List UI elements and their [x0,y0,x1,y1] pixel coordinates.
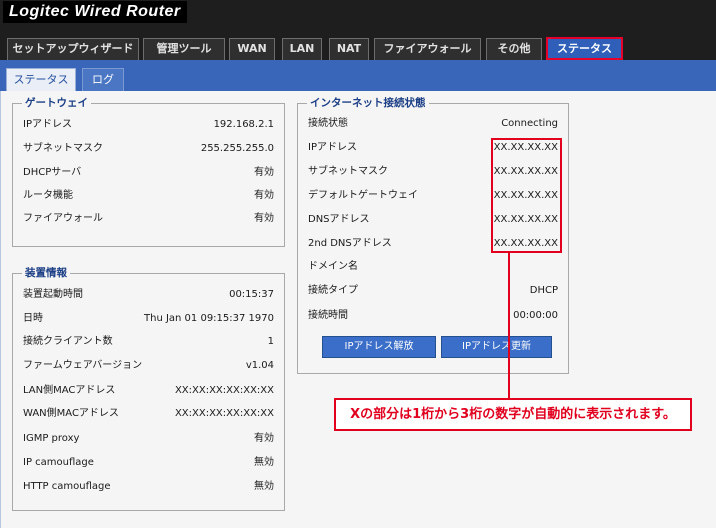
gateway-subnet-value: 255.255.255.0 [200,143,274,154]
datetime-label: 日時 [23,313,43,324]
device-row: HTTP camouflage 無効 [23,480,274,494]
gateway-ip-label: IPアドレス [23,119,72,130]
tab-firewall[interactable]: ファイアウォール [374,38,481,60]
ip-release-button[interactable]: IPアドレス解放 [322,336,436,358]
internet-row: ドメイン名 [308,260,558,274]
ip-camouflage-value: 無効 [254,457,274,468]
uptime-value: 00:15:37 [229,289,274,300]
datetime-value: Thu Jan 01 09:15:37 1970 [144,313,274,324]
gateway-dhcp-label: DHCPサーバ [23,167,82,178]
internet-row: 接続時間 00:00:00 [308,309,558,323]
tab-others[interactable]: その他 [486,38,542,60]
highlight-box [491,138,562,253]
client-count-label: 接続クライアント数 [23,336,113,347]
internet-row: 接続状態 Connecting [308,117,558,131]
wan-ip-label: IPアドレス [308,142,357,153]
tab-nat[interactable]: NAT [329,38,369,60]
device-row: 装置起動時間 00:15:37 [23,288,274,302]
tab-status[interactable]: ステータス [546,37,623,60]
device-row: LAN側MACアドレス XX:XX:XX:XX:XX:XX [23,384,274,398]
internet-status-title: インターネット接続状態 [307,96,429,110]
domain-label: ドメイン名 [308,261,358,272]
conn-type-label: 接続タイプ [308,285,358,296]
conn-state-value: Connecting [501,118,558,129]
sub-tab-log[interactable]: ログ [82,68,124,91]
device-row: 日時 Thu Jan 01 09:15:37 1970 [23,312,274,326]
client-count-value: 1 [267,336,274,347]
dns-label: DNSアドレス [308,214,370,225]
wan-mac-value: XX:XX:XX:XX:XX:XX [174,408,274,419]
annotation-note: Xの部分は1桁から3桁の数字が自動的に表示されます。 [334,398,692,431]
sub-tab-status[interactable]: ステータス [6,68,76,91]
device-row: WAN側MACアドレス XX:XX:XX:XX:XX:XX [23,407,274,421]
conn-time-label: 接続時間 [308,310,348,321]
dns2-label: 2nd DNSアドレス [308,238,392,249]
gateway-row: IPアドレス 192.168.2.1 [23,118,274,132]
uptime-label: 装置起動時間 [23,289,83,300]
device-info-title: 装置情報 [22,266,70,280]
callout-line [508,253,510,398]
gateway-router-value: 有効 [254,190,274,201]
wan-mac-label: WAN側MACアドレス [23,408,119,419]
lan-mac-value: XX:XX:XX:XX:XX:XX [174,385,274,396]
gateway-firewall-label: ファイアウォール [23,213,103,224]
ip-camouflage-label: IP camouflage [23,457,94,468]
ip-renew-button[interactable]: IPアドレス更新 [441,336,552,358]
tab-lan[interactable]: LAN [282,38,322,60]
gateway-title: ゲートウェイ [22,96,91,110]
gateway-row: DHCPサーバ 有効 [23,166,274,180]
conn-time-value: 00:00:00 [513,310,558,321]
conn-type-value: DHCP [529,285,558,296]
gateway-subnet-label: サブネットマスク [23,143,103,154]
igmp-value: 有効 [254,433,274,444]
default-gateway-label: デフォルトゲートウェイ [308,190,418,201]
gateway-row: サブネットマスク 255.255.255.0 [23,142,274,156]
brand-logo: Logitec Wired Router [3,1,187,23]
igmp-label: IGMP proxy [23,433,80,444]
device-row: 接続クライアント数 1 [23,335,274,349]
device-row: IP camouflage 無効 [23,456,274,470]
tab-admin-tools[interactable]: 管理ツール [143,38,225,60]
firmware-label: ファームウェアバージョン [23,360,143,371]
device-row: IGMP proxy 有効 [23,432,274,446]
gateway-row: ファイアウォール 有効 [23,212,274,226]
gateway-router-label: ルータ機能 [23,190,73,201]
lan-mac-label: LAN側MACアドレス [23,385,116,396]
wan-subnet-label: サブネットマスク [308,166,388,177]
http-camouflage-value: 無効 [254,481,274,492]
tab-setup-wizard[interactable]: セットアップウィザード [7,38,139,60]
firmware-value: v1.04 [245,360,274,371]
internet-row: 接続タイプ DHCP [308,284,558,298]
tab-wan[interactable]: WAN [229,38,275,60]
conn-state-label: 接続状態 [308,118,348,129]
gateway-ip-value: 192.168.2.1 [213,119,274,130]
device-row: ファームウェアバージョン v1.04 [23,359,274,373]
gateway-row: ルータ機能 有効 [23,189,274,203]
gateway-firewall-value: 有効 [254,213,274,224]
http-camouflage-label: HTTP camouflage [23,481,111,492]
gateway-dhcp-value: 有効 [254,167,274,178]
